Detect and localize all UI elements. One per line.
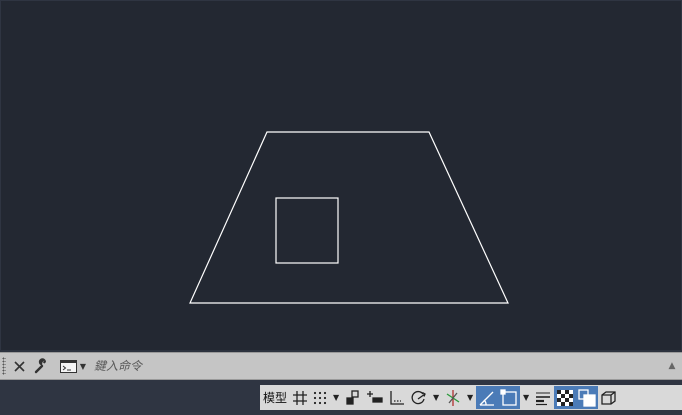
snap-mode-icon[interactable] — [310, 386, 330, 409]
isometric-dropdown-icon[interactable]: ▼ — [464, 386, 476, 409]
command-line-bar: ▼ ▲ — [0, 352, 682, 380]
command-input[interactable] — [90, 356, 658, 376]
autocad-window: ▼ ▲ 模型 ▼ — [0, 0, 682, 415]
snap-dropdown-icon[interactable]: ▼ — [330, 386, 342, 409]
selection-cycling-icon[interactable] — [576, 386, 599, 409]
drawing-svg — [189, 131, 509, 304]
status-bar: 模型 ▼ ▼ ▼ ▼ — [0, 380, 682, 415]
3d-object-snap-icon[interactable] — [598, 386, 620, 409]
wrench-icon[interactable] — [32, 356, 52, 376]
ortho-mode-icon[interactable] — [386, 386, 408, 409]
trapezoid-shape[interactable] — [189, 131, 509, 304]
close-icon[interactable] — [10, 356, 28, 376]
command-prompt-icon[interactable] — [58, 356, 78, 376]
object-snap-tracking-icon[interactable] — [476, 386, 499, 409]
grid-icon[interactable] — [290, 386, 310, 409]
model-tab[interactable]: 模型 — [260, 386, 290, 409]
polar-tracking-icon[interactable] — [408, 386, 430, 409]
scroll-up-arrow-icon[interactable]: ▲ — [664, 356, 680, 376]
drawing-canvas[interactable] — [1, 1, 681, 350]
object-snap-dropdown-icon[interactable]: ▼ — [520, 386, 532, 409]
square-shape[interactable] — [275, 197, 339, 264]
polar-dropdown-icon[interactable]: ▼ — [430, 386, 442, 409]
command-line-grip[interactable] — [2, 357, 6, 375]
infer-constraints-icon[interactable] — [342, 386, 364, 409]
status-tools: 模型 ▼ ▼ ▼ ▼ — [260, 385, 682, 410]
dropdown-arrow-icon[interactable]: ▼ — [78, 356, 88, 376]
object-snap-icon[interactable] — [498, 386, 521, 409]
isometric-drafting-icon[interactable] — [442, 386, 464, 409]
transparency-icon[interactable] — [554, 386, 577, 409]
dynamic-input-icon[interactable] — [364, 386, 386, 409]
lineweight-icon[interactable] — [532, 386, 554, 409]
